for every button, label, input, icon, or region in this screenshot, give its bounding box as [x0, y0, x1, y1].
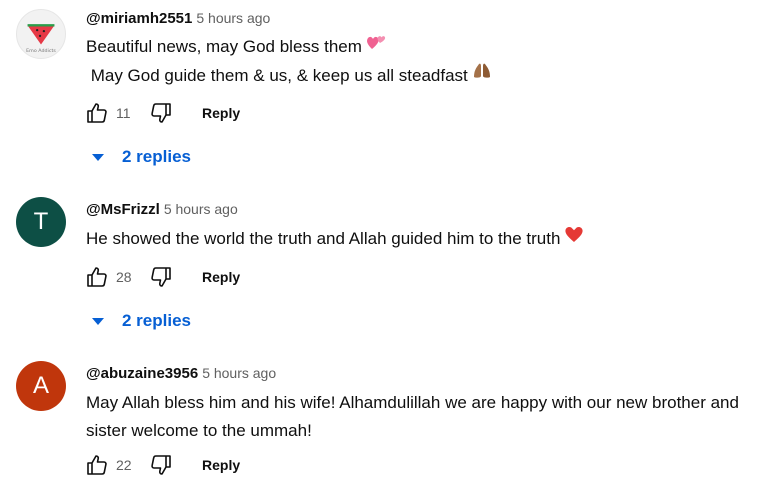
like-count: 28: [116, 269, 132, 285]
comment-line: sister welcome to the ummah!: [86, 421, 312, 440]
praying-hands-icon: [472, 60, 492, 88]
comment-text: May Allah bless him and his wife! Alhamd…: [86, 389, 766, 445]
author-handle[interactable]: @MsFrizzl: [86, 201, 160, 218]
like-button[interactable]: [84, 452, 110, 478]
avatar[interactable]: A: [16, 361, 66, 411]
thumbs-up-icon: [87, 455, 107, 475]
comment-meta: @MsFrizzl 5 hours ago: [86, 200, 238, 219]
thumbs-up-icon: [87, 103, 107, 123]
comment-actions: 28 Reply: [84, 264, 240, 290]
comment-line: May God guide them & us, & keep us all s…: [86, 62, 766, 91]
red-heart-icon: [564, 224, 584, 252]
thumbs-down-icon: [151, 455, 171, 475]
dislike-button[interactable]: [148, 452, 174, 478]
comment-timestamp[interactable]: 5 hours ago: [164, 201, 238, 217]
comment-line-text: He showed the world the truth and Allah …: [86, 229, 561, 248]
comment-meta: @abuzaine3956 5 hours ago: [86, 364, 276, 383]
logo-text: Emo Addicts: [26, 48, 56, 54]
watermelon-logo-icon: Emo Addicts: [26, 24, 56, 54]
comment-timestamp[interactable]: 5 hours ago: [202, 365, 276, 381]
caret-down-icon: [92, 317, 104, 325]
dislike-button[interactable]: [148, 264, 174, 290]
avatar-letter: A: [32, 372, 49, 399]
thumbs-down-icon: [151, 267, 171, 287]
reply-button[interactable]: Reply: [202, 269, 240, 285]
view-replies-button[interactable]: 2 replies: [92, 147, 191, 167]
comment-line-text: Beautiful news, may God bless them: [86, 37, 362, 56]
comment-line: Beautiful news, may God bless them: [86, 33, 766, 62]
reply-button[interactable]: Reply: [202, 457, 240, 473]
replies-label: 2 replies: [122, 147, 191, 166]
replies-label: 2 replies: [122, 311, 191, 330]
author-handle[interactable]: @abuzaine3956: [86, 365, 198, 382]
comment-line: May Allah bless him and his wife! Alhamd…: [86, 393, 739, 412]
avatar[interactable]: Emo Addicts: [16, 9, 66, 59]
comment-timestamp[interactable]: 5 hours ago: [196, 10, 270, 26]
author-handle[interactable]: @miriamh2551: [86, 10, 192, 27]
like-count: 22: [116, 457, 132, 473]
comment-meta: @miriamh2551 5 hours ago: [86, 9, 270, 28]
two-hearts-icon: [366, 32, 386, 60]
view-replies-button[interactable]: 2 replies: [92, 311, 191, 331]
comment-text: Beautiful news, may God bless them May G…: [86, 33, 766, 90]
comment-line: He showed the world the truth and Allah …: [86, 225, 766, 254]
avatar-letter: T: [33, 208, 49, 235]
like-count: 11: [116, 105, 131, 121]
reply-button[interactable]: Reply: [202, 105, 240, 121]
comment-actions: 22 Reply: [84, 452, 240, 478]
comment-text: He showed the world the truth and Allah …: [86, 225, 766, 254]
like-button[interactable]: [84, 100, 110, 126]
comment-actions: 11 Reply: [84, 100, 240, 126]
caret-down-icon: [92, 153, 104, 161]
comment-line-text: May God guide them & us, & keep us all s…: [86, 65, 468, 85]
thumbs-up-icon: [87, 267, 107, 287]
like-button[interactable]: [84, 264, 110, 290]
dislike-button[interactable]: [148, 100, 174, 126]
avatar[interactable]: T: [16, 197, 66, 247]
thumbs-down-icon: [151, 103, 171, 123]
